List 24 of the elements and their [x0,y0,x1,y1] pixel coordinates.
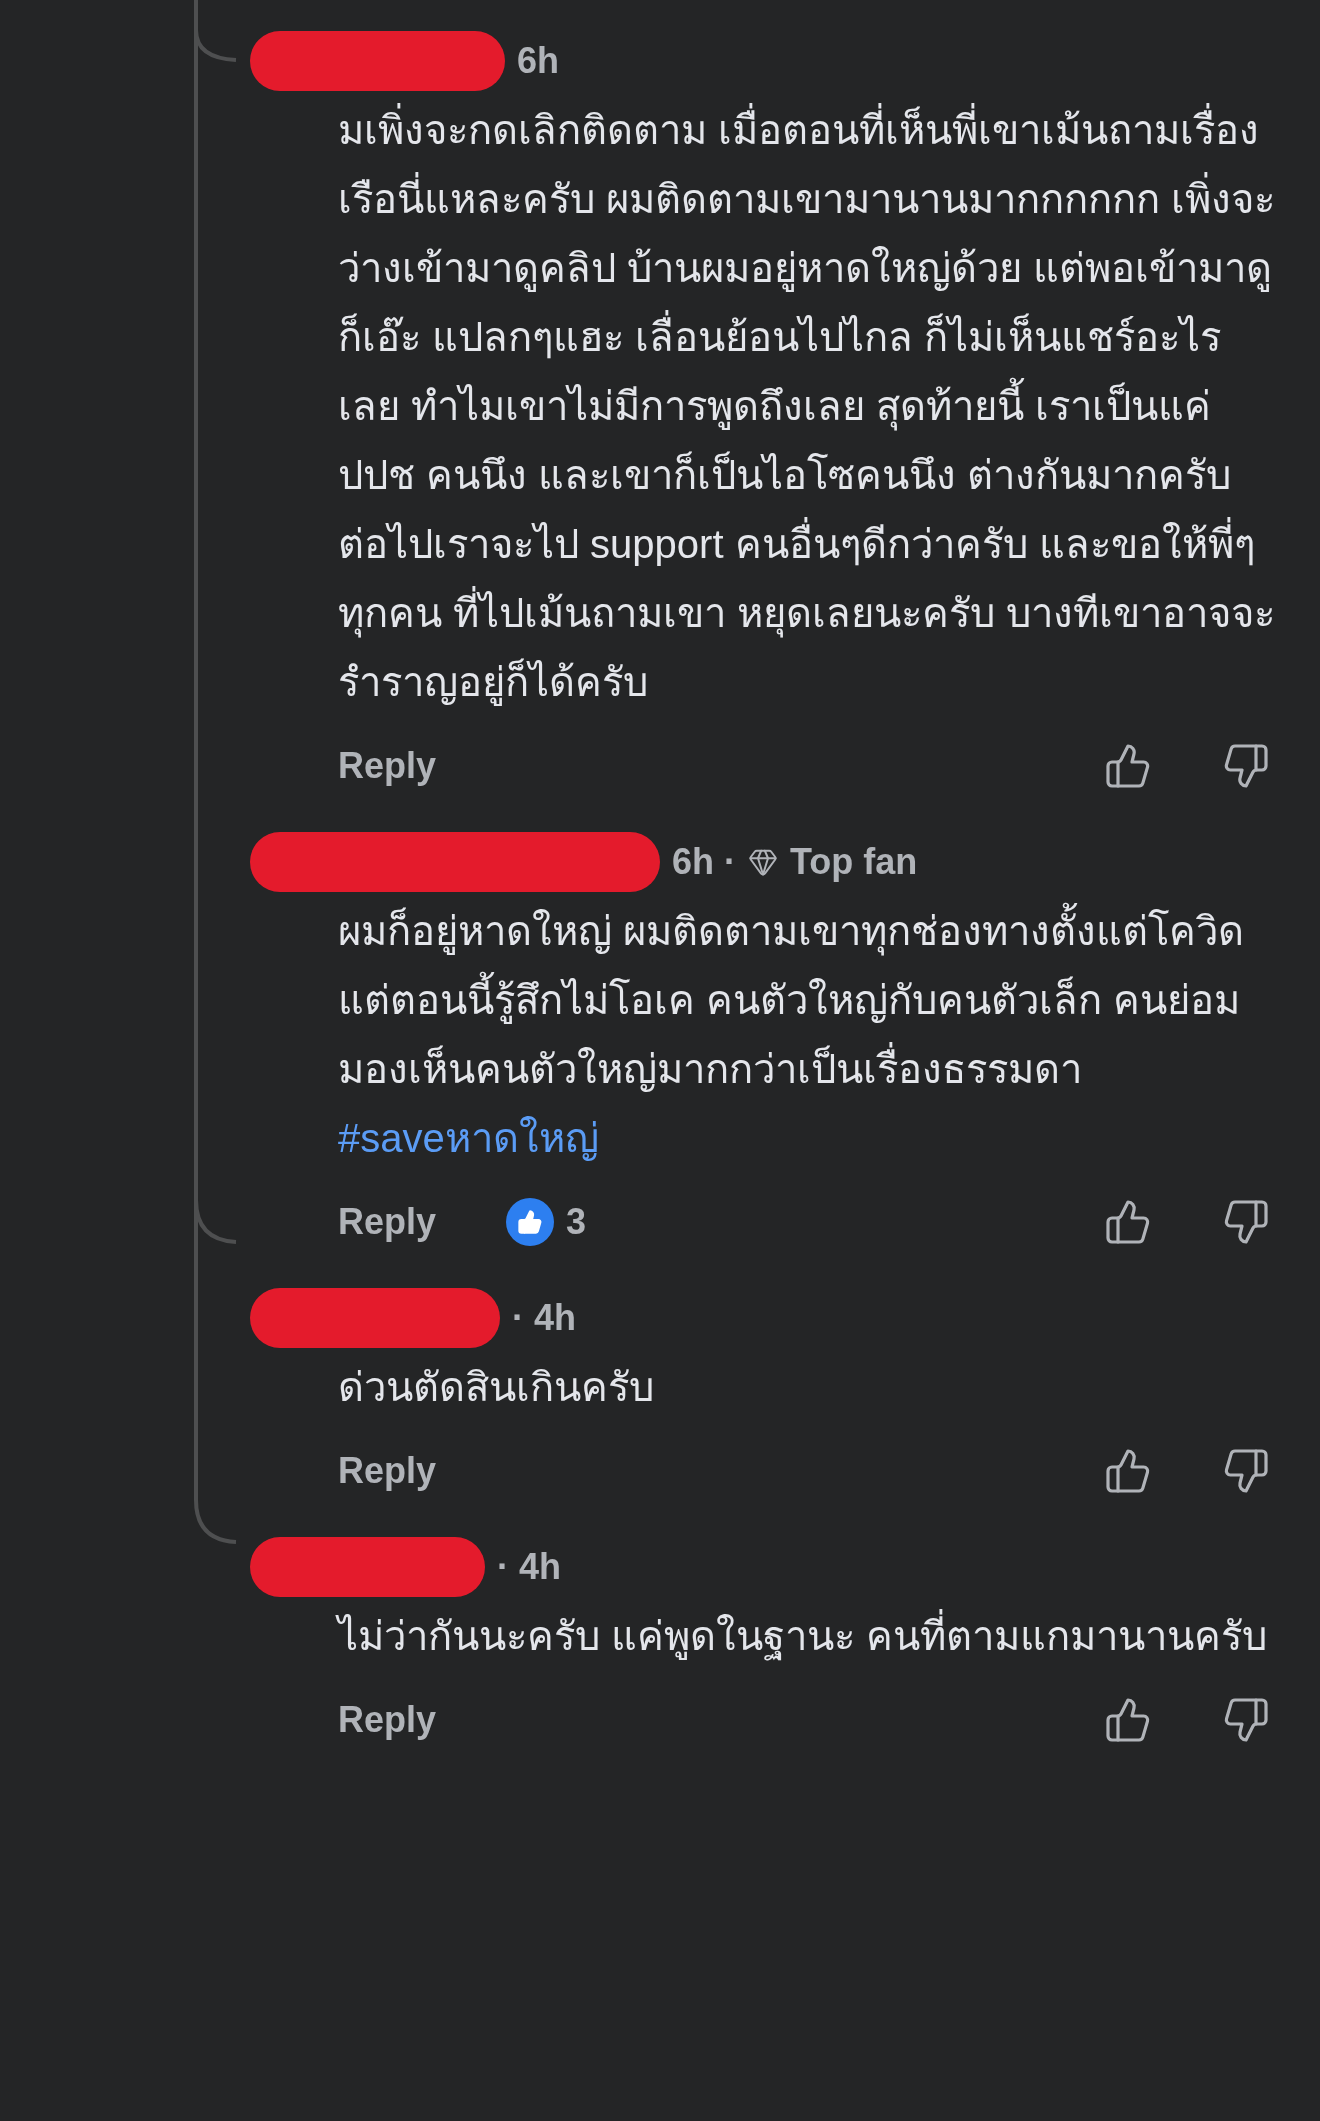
hashtag-link[interactable]: #saveหาดใหญ่ [338,1104,599,1173]
reply-button[interactable]: Reply [338,739,437,793]
dislike-button[interactable] [1222,1447,1270,1495]
comment-time: 6h [517,39,559,83]
reply-button[interactable]: Reply [338,1444,437,1498]
reply-button[interactable]: Reply [338,1195,437,1249]
like-button[interactable] [1104,1447,1152,1495]
diamond-icon [748,847,778,877]
dislike-button[interactable] [1222,1198,1270,1246]
badge-label: Top fan [790,840,918,884]
reply-button[interactable]: Reply [338,1693,437,1747]
comment-text: ด่วนตัดสินเกินครับ [338,1364,655,1411]
like-reaction-icon [506,1198,555,1246]
like-button[interactable] [1104,1696,1152,1744]
comment-time: 6h · [672,840,736,884]
comment-text: มเพิ่งจะกดเลิกติดตาม เมื่อตอนที่เห็นพี่เขาเม้นถามเรื่องเรือนี่แหละครับ ผมติดตามเขามานานมากกกกกก เพิ่งจะว่างเข้ามาดูคลิป บ้านผมอยู่หาดใหญ่ด้วย แต่พอเข้ามาดูก็เอ๊ะ แปลกๆแฮะ เลื่อนย้อนไปไกล ก็ไม่เห็นแชร์อะไรเลย ทำไมเขาไม่มีการพูดถึงเลย สุดท้ายนี้ เราเป็นแค่ ปปช คนนึง และเขาก็เป็นไอโซคนนึง ต่างกันมากครับ ต่อไปเราจะไป support คนอื่นๆดีกว่าครับ และขอให้พี่ๆทุกคน ที่ไปเม้นถามเขา หยุดเลยนะครับ บางทีเขาอาจจะรำราญอยู่ก็ได้ครับ [338,96,1280,717]
comment-text: ผมก็อยู่หาดใหญ่ ผมติดตามเขาทุกช่องทางตั้งแต่โควิด แต่ตอนนี้รู้สึกไม่โอเค คนตัวใหญ่กับคนตัวเล็ก คนย่อมมองเห็นคนตัวใหญ่มากกว่าเป็นเรื่องธรรมดา [338,897,1280,1104]
like-button[interactable] [1104,1198,1152,1246]
dislike-button[interactable] [1222,1696,1270,1744]
dislike-button[interactable] [1222,742,1270,790]
reaction-count: 3 [566,1200,587,1244]
comment-time: · 4h [497,1545,561,1589]
like-button[interactable] [1104,742,1152,790]
comment-time: · 4h [512,1296,576,1340]
